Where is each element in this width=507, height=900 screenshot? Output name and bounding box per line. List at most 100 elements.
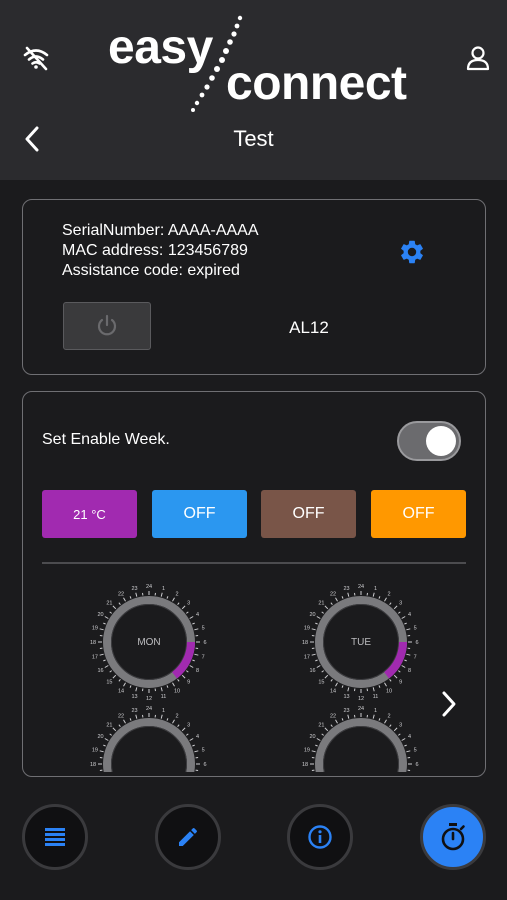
power-button[interactable] xyxy=(63,302,151,350)
dial-hour-label: 6 xyxy=(415,762,418,768)
dial-tick xyxy=(335,682,338,687)
dial-tick xyxy=(324,605,329,610)
dial-tick xyxy=(177,724,180,728)
dial-tick xyxy=(104,616,109,619)
dial-tick xyxy=(316,738,321,741)
mode-button-blue[interactable]: OFF xyxy=(152,490,247,538)
dial-hour-label: 16 xyxy=(97,668,103,674)
dial-hour-label: 18 xyxy=(90,640,96,646)
dial-hour-label: 17 xyxy=(304,655,310,661)
dial-hour-label: 1 xyxy=(374,708,377,714)
dial-tick xyxy=(384,719,387,724)
dial-tick xyxy=(372,592,375,597)
dial-tick xyxy=(311,653,316,656)
day-dial-tue[interactable]: 24 1 2 3 4 5 6 7 8 9 10 11 12 13 14 15 16 17 18 19 20 21 22 23 T… xyxy=(299,580,423,707)
dial-tick xyxy=(129,718,132,721)
dial-hour-label: 2 xyxy=(175,714,178,720)
dial-hour-label: 10 xyxy=(174,689,180,695)
dial-tick xyxy=(123,719,126,724)
dial-hour-label: 20 xyxy=(97,612,103,618)
dial-hour-label: 1 xyxy=(162,708,165,714)
dial-hour-label: 24 xyxy=(358,584,364,590)
dial-tick xyxy=(330,724,333,728)
day-dial-partial[interactable]: 241234567891011121314151617181920212223 xyxy=(87,702,211,776)
dial-tick xyxy=(166,685,169,688)
dial-tick xyxy=(104,738,109,741)
dial-tick xyxy=(311,750,316,753)
dial-tick xyxy=(194,750,199,753)
day-dial-partial[interactable]: 241234567891011121314151617181920212223 xyxy=(299,702,423,776)
mode-button-orange[interactable]: OFF xyxy=(371,490,466,538)
dial-tick xyxy=(404,659,407,662)
dial-hour-label: 14 xyxy=(118,689,124,695)
dial-tick xyxy=(324,674,329,679)
nav-edit-button[interactable] xyxy=(155,804,221,870)
set-enable-week-label: Set Enable Week. xyxy=(42,431,170,448)
dial-tick xyxy=(194,653,199,656)
logo-connect-text: connect xyxy=(226,57,407,110)
dial-tick xyxy=(129,685,132,688)
dial-tick xyxy=(378,596,381,599)
dial-tick xyxy=(406,628,411,631)
dial-hour-label: 1 xyxy=(374,586,377,592)
dial-tick xyxy=(135,687,138,692)
dial-tick xyxy=(398,611,401,614)
dial-hour-label: 17 xyxy=(92,655,98,661)
enable-week-toggle[interactable] xyxy=(397,421,461,461)
dial-tick xyxy=(321,670,325,673)
dial-tick xyxy=(123,597,126,602)
dial-tick xyxy=(112,727,117,732)
dial-hour-label: 2 xyxy=(175,592,178,598)
dial-tick xyxy=(401,616,406,619)
dial-hour-label: 19 xyxy=(92,748,98,754)
dial-tick xyxy=(401,665,406,668)
dial-tick xyxy=(103,659,106,662)
dial-tick xyxy=(341,685,344,688)
wifi-off-icon[interactable] xyxy=(18,40,54,76)
dial-tick xyxy=(189,665,194,668)
dial-tick xyxy=(99,628,104,631)
dial-tick xyxy=(129,596,132,599)
dial-day-label: TUE xyxy=(351,637,371,648)
dial-hour-label: 2 xyxy=(387,592,390,598)
dial-hour-label: 3 xyxy=(399,722,402,728)
dial-hour-label: 9 xyxy=(399,680,402,686)
dial-hour-label: 8 xyxy=(408,668,411,674)
dial-tick xyxy=(372,687,375,692)
nav-timer-button[interactable] xyxy=(420,804,486,870)
dial-hour-label: 13 xyxy=(131,694,137,700)
dial-tick xyxy=(324,727,329,732)
dial-hour-label: 5 xyxy=(202,626,205,632)
dial-hour-label: 19 xyxy=(304,748,310,754)
dial-tick xyxy=(378,685,381,688)
dial-tick xyxy=(347,592,350,597)
user-icon[interactable] xyxy=(462,42,494,74)
dial-hour-label: 4 xyxy=(196,612,199,618)
dial-tick xyxy=(194,628,199,631)
dial-tick xyxy=(315,659,318,662)
dial-tick xyxy=(109,611,113,614)
dial-tick xyxy=(186,733,189,736)
mode-button-brown[interactable]: OFF xyxy=(261,490,356,538)
chevron-right-icon[interactable] xyxy=(437,688,467,722)
dial-tick xyxy=(118,679,121,682)
dial-hour-label: 5 xyxy=(414,748,417,754)
dial-tick xyxy=(112,605,117,610)
dial-tick xyxy=(330,602,333,606)
dial-hour-label: 20 xyxy=(309,734,315,740)
dial-tick xyxy=(393,727,398,732)
nav-info-button[interactable] xyxy=(287,804,353,870)
dial-tick xyxy=(135,714,138,719)
day-dial-mon[interactable]: 24 1 2 3 4 5 6 7 8 9 10 11 12 13 14 15 16 17 18 19 20 21 22 23 M… xyxy=(87,580,211,707)
dial-hour-label: 1 xyxy=(162,586,165,592)
gear-icon[interactable] xyxy=(398,238,426,266)
dial-hour-label: 21 xyxy=(106,722,112,728)
dial-tick xyxy=(181,674,186,679)
nav-list-button[interactable] xyxy=(22,804,88,870)
dial-hour-label: 18 xyxy=(302,640,308,646)
app-header: easy connect Test xyxy=(0,0,507,180)
mode-button-temperature[interactable]: 21 °C xyxy=(42,490,137,538)
dial-hour-label: 23 xyxy=(131,708,137,714)
dial-tick xyxy=(103,744,106,747)
dial-hour-label: 3 xyxy=(187,600,190,606)
